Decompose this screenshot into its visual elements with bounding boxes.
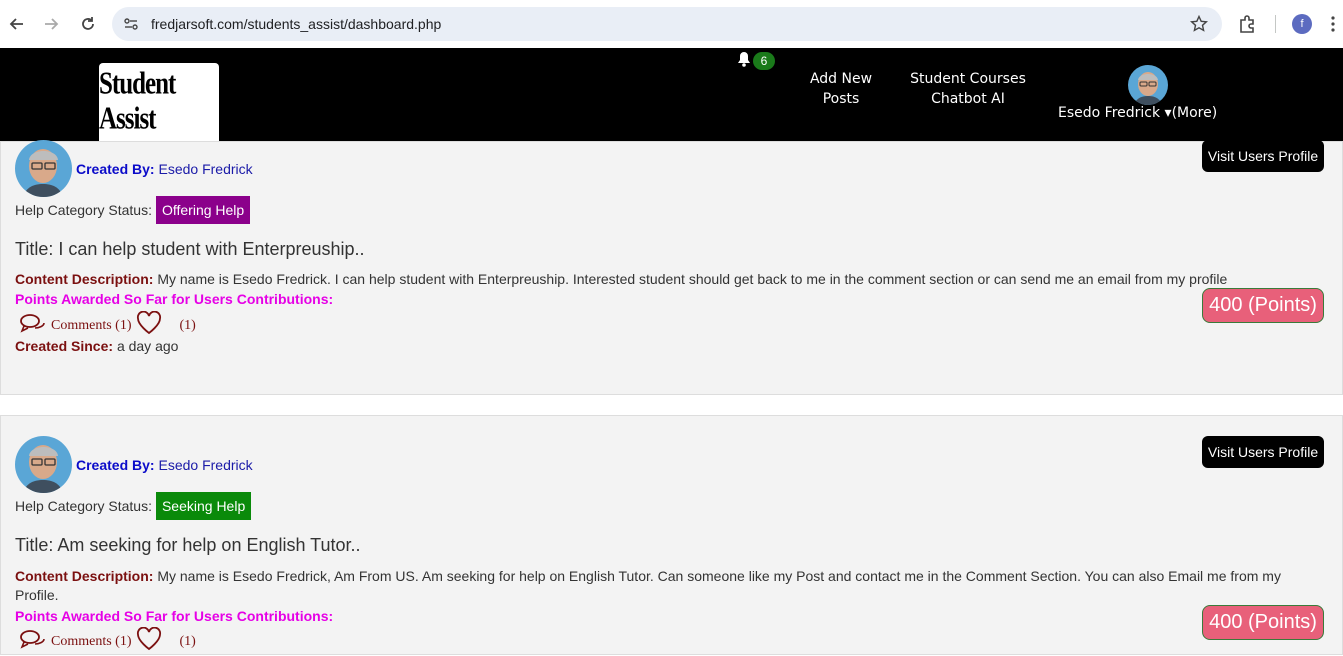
comments-link[interactable]: Comments (1) xyxy=(51,634,132,650)
url-text[interactable]: fredjarsoft.com/students_assist/dashboar… xyxy=(151,16,441,32)
post-card: Created By: Esedo Fredrick Visit Users P… xyxy=(0,140,1343,395)
status-badge: Seeking Help xyxy=(155,492,252,520)
created-by: Created By: Esedo Fredrick xyxy=(76,457,253,473)
student-courses-link[interactable]: Student Courses Chatbot AI xyxy=(900,69,1036,109)
post-actions: Comments (1) (1) xyxy=(19,310,196,340)
heart-icon[interactable] xyxy=(136,626,162,656)
bell-icon[interactable] xyxy=(737,51,751,67)
visit-users-profile-button[interactable]: Visit Users Profile xyxy=(1202,140,1324,172)
site-header: Student Assist 6 Add New Posts Student C… xyxy=(0,48,1343,141)
created-by: Created By: Esedo Fredrick xyxy=(76,161,253,177)
points-awarded-label: Points Awarded So Far for Users Contribu… xyxy=(15,291,334,307)
post-actions: Comments (1) (1) xyxy=(19,626,196,656)
likes-count: (1) xyxy=(179,633,196,649)
help-category-status: Help Category Status: Offering Help xyxy=(15,196,251,224)
author-avatar[interactable] xyxy=(15,140,72,197)
toolbar-divider xyxy=(1275,15,1276,33)
content-description: Content Description: My name is Esedo Fr… xyxy=(15,270,1315,289)
browser-toolbar: fredjarsoft.com/students_assist/dashboar… xyxy=(0,0,1343,48)
user-menu-dropdown[interactable]: Esedo Fredrick ▾(More) xyxy=(1058,105,1217,121)
visit-users-profile-button[interactable]: Visit Users Profile xyxy=(1202,436,1324,468)
browser-profile-avatar[interactable]: f xyxy=(1292,14,1312,34)
description-label: Content Description: xyxy=(15,271,154,287)
help-category-status: Help Category Status: Seeking Help xyxy=(15,492,252,520)
created-since: Created Since: a day ago xyxy=(15,338,178,354)
points-badge: 400 (Points) xyxy=(1202,605,1324,640)
status-label: Help Category Status: xyxy=(15,202,152,218)
since-label: Created Since: xyxy=(15,338,114,354)
address-bar[interactable]: fredjarsoft.com/students_assist/dashboar… xyxy=(112,7,1222,41)
content-description: Content Description: My name is Esedo Fr… xyxy=(15,567,1305,605)
post-title: Title: Am seeking for help on English Tu… xyxy=(15,535,361,555)
back-arrow-icon[interactable] xyxy=(4,11,30,37)
add-new-posts-line1: Add New xyxy=(809,71,873,87)
created-by-label: Created By: xyxy=(76,457,155,473)
description-text: My name is Esedo Fredrick, Am From US. A… xyxy=(15,568,1281,603)
post-card: Created By: Esedo Fredrick Visit Users P… xyxy=(0,415,1343,655)
courses-line2: Chatbot AI xyxy=(931,91,1005,107)
site-settings-icon[interactable] xyxy=(122,15,140,33)
post-title: Title: I can help student with Enterpreu… xyxy=(15,239,365,259)
comments-link[interactable]: Comments (1) xyxy=(51,318,132,334)
author-name[interactable]: Esedo Fredrick xyxy=(158,457,252,473)
heart-icon[interactable] xyxy=(136,310,162,340)
extensions-icon[interactable] xyxy=(1237,13,1259,35)
forward-arrow-icon[interactable] xyxy=(38,11,64,37)
site-logo[interactable]: Student Assist xyxy=(99,63,219,141)
description-text: My name is Esedo Fredrick. I can help st… xyxy=(157,271,1228,287)
author-name[interactable]: Esedo Fredrick xyxy=(158,161,252,177)
courses-line1: Student Courses xyxy=(910,71,1026,87)
notification-count-badge[interactable]: 6 xyxy=(753,52,775,70)
status-badge: Offering Help xyxy=(155,196,251,224)
points-awarded-label: Points Awarded So Far for Users Contribu… xyxy=(15,608,334,624)
created-by-label: Created By: xyxy=(76,161,155,177)
header-avatar[interactable] xyxy=(1128,65,1168,105)
description-label: Content Description: xyxy=(15,568,154,584)
comment-icon[interactable] xyxy=(19,312,47,339)
points-badge: 400 (Points) xyxy=(1202,288,1324,323)
browser-menu-icon[interactable] xyxy=(1330,14,1336,34)
add-new-posts-link[interactable]: Add New Posts xyxy=(806,69,876,109)
logo-text: Student Assist xyxy=(99,67,176,136)
comment-icon[interactable] xyxy=(19,628,47,655)
reload-icon[interactable] xyxy=(75,11,101,37)
author-avatar[interactable] xyxy=(15,436,72,493)
add-new-posts-line2: Posts xyxy=(822,91,860,107)
bookmark-star-icon[interactable] xyxy=(1189,14,1209,33)
status-label: Help Category Status: xyxy=(15,498,152,514)
since-value: a day ago xyxy=(116,338,179,354)
likes-count: (1) xyxy=(179,317,196,333)
